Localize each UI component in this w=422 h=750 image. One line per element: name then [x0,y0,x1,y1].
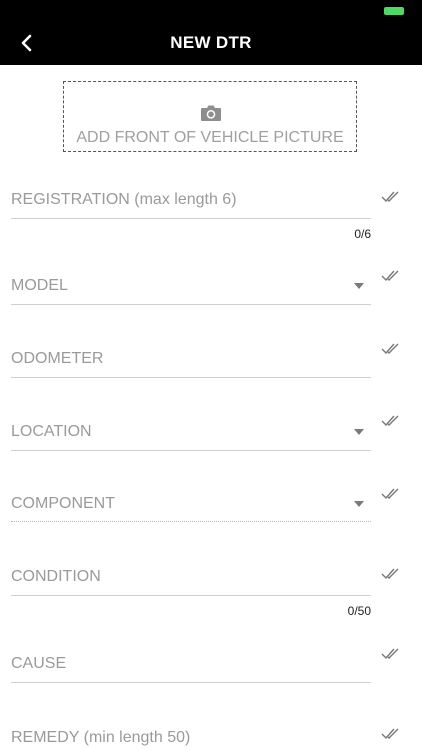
page-title: NEW DTR [170,33,252,52]
double-check-icon [381,568,399,580]
odometer-underline [11,377,371,378]
condition-counter: 0/50 [347,604,371,618]
double-check-icon [381,270,399,282]
double-check-icon [381,728,399,740]
location-underline [11,450,371,451]
cause-label: CAUSE [11,655,67,672]
odometer-label: ODOMETER [11,350,104,367]
dropdown-arrow-icon [354,501,364,507]
remedy-field[interactable]: REMEDY (min length 50) [11,726,371,750]
cause-underline [11,682,371,683]
registration-label: REGISTRATION (max length 6) [11,191,237,208]
double-check-icon [381,191,399,203]
remedy-label: REMEDY (min length 50) [11,729,191,746]
condition-field[interactable]: CONDITION [11,565,371,597]
component-label: COMPONENT [11,495,115,512]
odometer-field[interactable]: ODOMETER [11,347,371,379]
model-select[interactable]: MODEL [11,274,371,306]
add-vehicle-picture-button[interactable]: ADD FRONT OF VEHICLE PICTURE [63,81,357,152]
nav-bar: NEW DTR [0,22,422,65]
double-check-icon [381,415,399,427]
model-label: MODEL [11,277,68,294]
dropdown-arrow-icon [354,429,364,435]
component-select[interactable]: COMPONENT [11,492,371,524]
double-check-icon [381,648,399,660]
component-underline [11,521,371,522]
dropdown-arrow-icon [354,283,364,289]
camera-icon [201,105,221,121]
model-underline [11,304,371,305]
double-check-icon [381,343,399,355]
location-select[interactable]: LOCATION [11,420,371,452]
registration-underline [11,218,371,219]
double-check-icon [381,488,399,500]
location-label: LOCATION [11,423,92,440]
status-bar [0,0,422,22]
registration-counter: 0/6 [354,227,371,241]
add-vehicle-picture-label: ADD FRONT OF VEHICLE PICTURE [76,129,344,146]
registration-field[interactable]: REGISTRATION (max length 6) [11,188,371,220]
battery-icon [384,7,404,15]
cause-field[interactable]: CAUSE [11,652,371,684]
condition-label: CONDITION [11,568,101,585]
condition-underline [11,595,371,596]
